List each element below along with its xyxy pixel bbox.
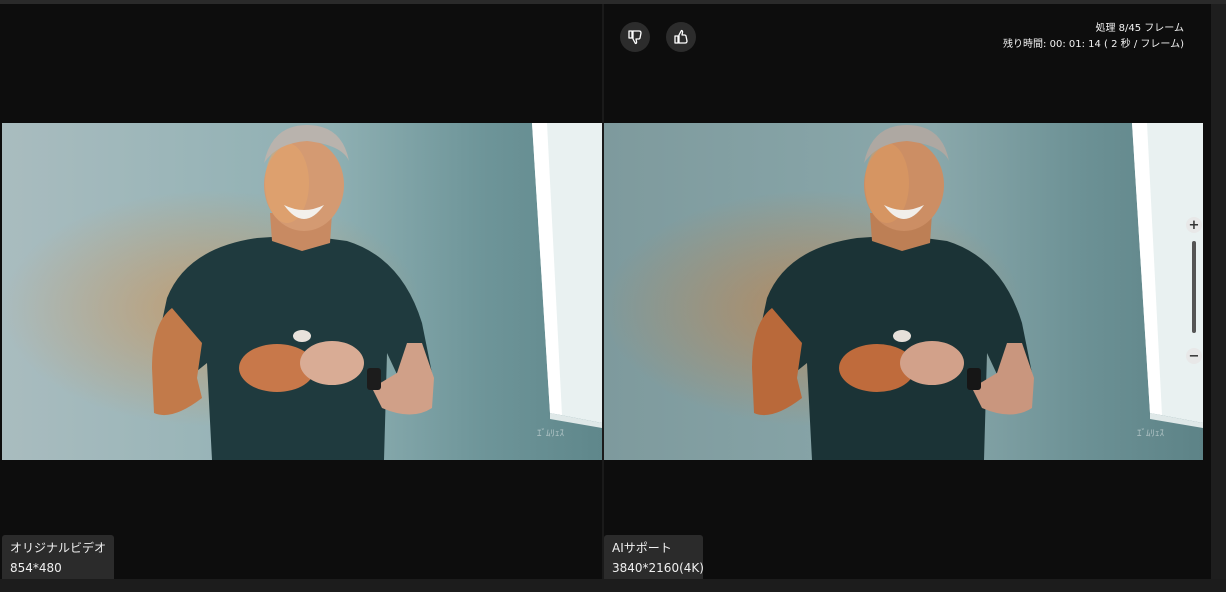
remaining-time-text: 残り時間: 00: 01: 14 ( 2 秒 / フレーム) (1003, 39, 1184, 50)
like-button[interactable] (666, 22, 696, 52)
thumbs-down-icon (628, 30, 642, 45)
frame-progress-text: 処理 8/45 フレーム (1095, 23, 1184, 34)
original-video-caption: オリジナルビデオ 854*480 (2, 535, 114, 579)
original-video-label: オリジナルビデオ (10, 541, 107, 555)
enhanced-video-image: ｴﾞﾑﾘｪｽ (604, 123, 1203, 460)
split-divider[interactable] (602, 4, 604, 579)
original-video-frame: ｴﾞﾑﾘｪｽ (2, 123, 602, 460)
processing-status: 処理 8/45 フレーム 残り時間: 00: 01: 14 ( 2 秒 / フレ… (1003, 21, 1184, 53)
original-video-image: ｴﾞﾑﾘｪｽ (2, 123, 602, 460)
window-bottom-edge (0, 579, 1226, 592)
enhanced-video-label: AIサポート (612, 541, 672, 555)
zoom-control: + − (1185, 215, 1203, 367)
zoom-out-button[interactable]: − (1186, 348, 1202, 364)
zoom-slider[interactable] (1192, 241, 1196, 333)
zoom-in-button[interactable]: + (1186, 217, 1202, 233)
svg-text:ｴﾞﾑﾘｪｽ: ｴﾞﾑﾘｪｽ (1137, 428, 1165, 439)
svg-text:ｴﾞﾑﾘｪｽ: ｴﾞﾑﾘｪｽ (537, 428, 565, 439)
window-edge (1211, 4, 1226, 589)
dislike-button[interactable] (620, 22, 650, 52)
enhanced-video-caption: AIサポート 3840*2160(4K) (604, 535, 704, 579)
enhanced-video-resolution: 3840*2160(4K) (612, 561, 704, 575)
original-video-resolution: 854*480 (10, 561, 62, 575)
thumbs-up-icon (674, 29, 688, 44)
enhanced-video-frame: ｴﾞﾑﾘｪｽ (604, 123, 1203, 460)
